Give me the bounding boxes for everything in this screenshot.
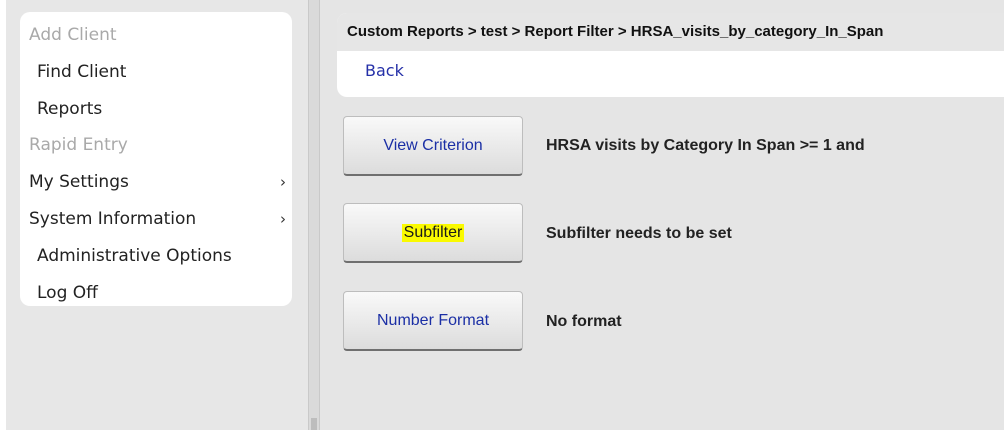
number-format-description: No format bbox=[546, 313, 622, 330]
menu-item-label: Administrative Options bbox=[37, 245, 232, 266]
view-criterion-label: View Criterion bbox=[383, 136, 483, 154]
subfilter-button[interactable]: Subfilter bbox=[343, 203, 523, 263]
menu-item-rapid-entry: Rapid Entry bbox=[20, 131, 292, 168]
subfilter-label: Subfilter bbox=[401, 223, 465, 242]
menu-item-my-settings[interactable]: My Settings › bbox=[20, 168, 292, 205]
number-format-label: Number Format bbox=[376, 311, 490, 329]
menu-item-label: Find Client bbox=[37, 61, 127, 82]
chevron-right-icon: › bbox=[280, 173, 286, 192]
back-link[interactable]: Back bbox=[365, 61, 404, 80]
subfilter-description: Subfilter needs to be set bbox=[546, 225, 732, 242]
sidebar-menu: Add Client Find Client Reports Rapid Ent… bbox=[20, 12, 292, 306]
menu-item-administrative-options[interactable]: Administrative Options bbox=[20, 242, 292, 279]
menu-item-label: Rapid Entry bbox=[29, 135, 128, 156]
menu-item-label: Reports bbox=[37, 98, 103, 119]
menu-item-label: System Information bbox=[29, 208, 197, 229]
view-criterion-button[interactable]: View Criterion bbox=[343, 116, 523, 176]
view-criterion-description: HRSA visits by Category In Span >= 1 and bbox=[546, 137, 865, 154]
menu-item-reports[interactable]: Reports bbox=[20, 95, 292, 132]
header-panel: Custom Reports > test > Report Filter > … bbox=[337, 13, 1004, 97]
breadcrumb: Custom Reports > test > Report Filter > … bbox=[337, 13, 1004, 51]
chevron-right-icon: › bbox=[280, 209, 286, 228]
menu-item-find-client[interactable]: Find Client bbox=[20, 58, 292, 95]
menu-item-log-off[interactable]: Log Off bbox=[20, 279, 292, 316]
splitter-handle[interactable] bbox=[311, 418, 317, 430]
menu-item-label: Log Off bbox=[37, 282, 98, 303]
menu-item-add-client: Add Client bbox=[20, 21, 292, 58]
number-format-button[interactable]: Number Format bbox=[343, 291, 523, 351]
menu-item-label: My Settings bbox=[29, 172, 129, 193]
panel-splitter[interactable] bbox=[308, 0, 320, 430]
menu-item-system-information[interactable]: System Information › bbox=[20, 205, 292, 242]
menu-item-label: Add Client bbox=[29, 25, 117, 45]
